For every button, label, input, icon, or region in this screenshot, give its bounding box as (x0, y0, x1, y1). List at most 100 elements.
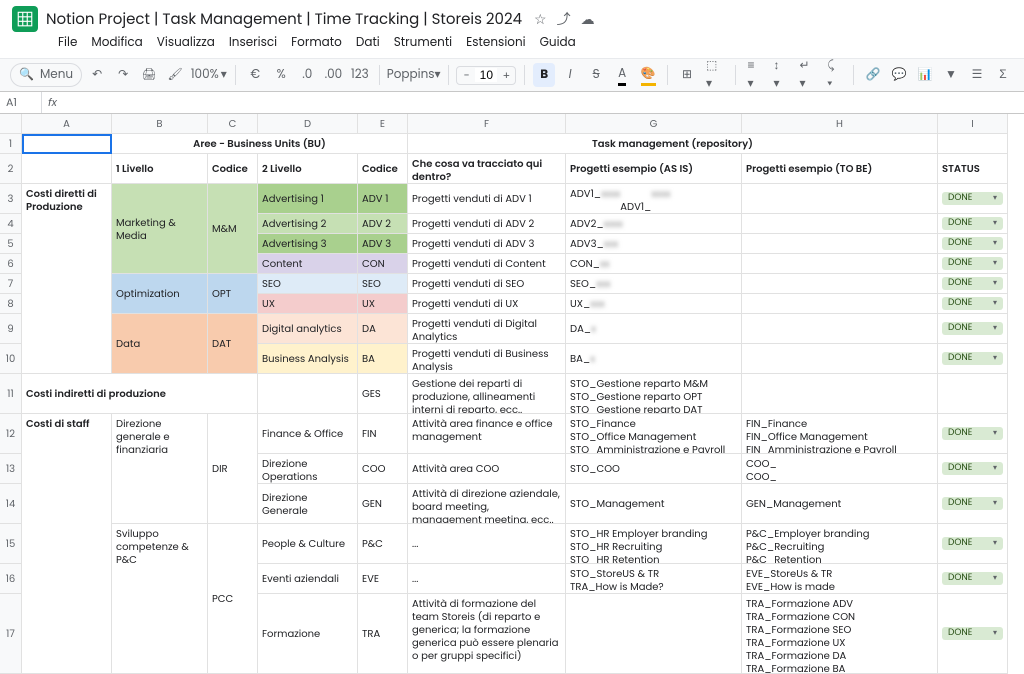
cell-I3[interactable]: DONE (938, 184, 1008, 214)
valign-button[interactable]: ↕ ▾ (770, 63, 792, 87)
cell-G7[interactable]: SEO_xxx (566, 274, 742, 294)
cell-D9[interactable]: Digital analytics (258, 314, 358, 344)
cell-E16[interactable]: EVE (358, 564, 408, 594)
cell-H7[interactable] (742, 274, 938, 294)
cell-D13[interactable]: Direzione Operations (258, 454, 358, 484)
row-11[interactable]: 11 (0, 374, 22, 414)
cell-D11[interactable] (258, 374, 358, 414)
cell-G3[interactable]: ADV1_xxxxADV1_xxxx (566, 184, 742, 214)
cloud-icon[interactable]: ☁ (581, 9, 595, 30)
cell-D17[interactable]: Formazione (258, 594, 358, 674)
cell-F3[interactable]: Progetti venduti di ADV 1 (408, 184, 566, 214)
header-task-group[interactable]: Task management (repository) (408, 134, 938, 154)
fill-color-button[interactable]: 🎨 (637, 63, 659, 87)
row-9[interactable]: 9 (0, 314, 22, 344)
cell-I11[interactable] (938, 374, 1008, 414)
col-A[interactable]: A (22, 114, 112, 134)
cell-E9[interactable]: DA (358, 314, 408, 344)
menu-insert[interactable]: Inserisci (223, 32, 283, 54)
cell-D10[interactable]: Business Analysis (258, 344, 358, 374)
cell-E10[interactable]: BA (358, 344, 408, 374)
cell-D15[interactable]: People & Culture (258, 524, 358, 564)
menu-format[interactable]: Formato (285, 32, 348, 54)
row-15[interactable]: 15 (0, 524, 22, 564)
cell-F17[interactable]: Attività di formazione del team Storeis … (408, 594, 566, 674)
cell-I8[interactable]: DONE (938, 294, 1008, 314)
row-8[interactable]: 8 (0, 294, 22, 314)
row-14[interactable]: 14 (0, 484, 22, 524)
cell-G6[interactable]: CON_xx (566, 254, 742, 274)
col-I[interactable]: I (938, 114, 1008, 134)
col-H[interactable]: H (742, 114, 938, 134)
row-12[interactable]: 12 (0, 414, 22, 454)
cell-A2[interactable] (22, 154, 112, 184)
cell-D14[interactable]: Direzione Generale (258, 484, 358, 524)
bu-pcc-code[interactable]: PCC (208, 524, 258, 674)
dec-increase-button[interactable]: .00 (322, 63, 344, 87)
cell-F12[interactable]: Attività area finance e office managemen… (408, 414, 566, 454)
strike-button[interactable]: S (585, 63, 607, 87)
bu-pcc[interactable]: Sviluppo competenze & P&C (112, 524, 208, 674)
cell-D3[interactable]: Advertising 1 (258, 184, 358, 214)
font-size-minus[interactable]: − (457, 67, 475, 84)
cell-G17[interactable] (566, 594, 742, 674)
cell-E8[interactable]: UX (358, 294, 408, 314)
row-7[interactable]: 7 (0, 274, 22, 294)
cell-H15[interactable]: P&C_Employer branding P&C_Recruiting P&C… (742, 524, 938, 564)
menu-view[interactable]: Visualizza (151, 32, 221, 54)
zoom-select[interactable]: 100% ▾ (190, 63, 227, 87)
cell-D6[interactable]: Content (258, 254, 358, 274)
section-costi-staff[interactable]: Costi di staff (22, 414, 112, 674)
cell-D16[interactable]: Eventi aziendali (258, 564, 358, 594)
row-16[interactable]: 16 (0, 564, 22, 594)
rotate-button[interactable]: ⤹ ▾ (823, 63, 845, 87)
section-costi-indiretti[interactable]: Costi indiretti di produzione (22, 374, 258, 414)
cell-H8[interactable] (742, 294, 938, 314)
cell-G8[interactable]: UX_xxx (566, 294, 742, 314)
bu-dir-code[interactable]: DIR (208, 414, 258, 524)
header-liv2[interactable]: 2 Livello (258, 154, 358, 184)
undo-button[interactable]: ↶ (86, 63, 108, 87)
cell-H17[interactable]: TRA_Formazione ADV TRA_Formazione CON TR… (742, 594, 938, 674)
font-size-input[interactable] (475, 68, 497, 82)
name-box[interactable]: A1 (0, 92, 42, 113)
cell-G14[interactable]: STO_Management (566, 484, 742, 524)
cell-E4[interactable]: ADV 2 (358, 214, 408, 234)
cell-F16[interactable]: ... (408, 564, 566, 594)
cell-H5[interactable] (742, 234, 938, 254)
cell-E12[interactable]: FIN (358, 414, 408, 454)
cell-I15[interactable]: DONE (938, 524, 1008, 564)
row-6[interactable]: 6 (0, 254, 22, 274)
cell-I13[interactable]: DONE (938, 454, 1008, 484)
menu-edit[interactable]: Modifica (85, 32, 148, 54)
cell-F7[interactable]: Progetti venduti di SEO (408, 274, 566, 294)
borders-button[interactable]: ⊞ (676, 63, 698, 87)
star-icon[interactable]: ☆ (534, 9, 547, 30)
cell-E17[interactable]: TRA (358, 594, 408, 674)
menu-tools[interactable]: Strumenti (388, 32, 458, 54)
row-5[interactable]: 5 (0, 234, 22, 254)
formula-bar[interactable] (63, 95, 1024, 111)
link-button[interactable]: 🔗 (862, 63, 884, 87)
row-2[interactable]: 2 (0, 154, 22, 184)
font-size[interactable]: − + (456, 66, 516, 85)
cell-H16[interactable]: EVE_StoreUs & TR EVE_How is made (742, 564, 938, 594)
cell-I5[interactable]: DONE (938, 234, 1008, 254)
row-13[interactable]: 13 (0, 454, 22, 484)
bu-dat[interactable]: Data (112, 314, 208, 374)
cell-E13[interactable]: COO (358, 454, 408, 484)
cell-H9[interactable] (742, 314, 938, 344)
print-button[interactable]: 🖨 (138, 63, 160, 87)
col-B[interactable]: B (112, 114, 208, 134)
cell-I14[interactable]: DONE (938, 484, 1008, 524)
row-10[interactable]: 10 (0, 344, 22, 374)
chart-button[interactable]: 📊 (914, 63, 936, 87)
cell-I9[interactable]: DONE (938, 314, 1008, 344)
cell-E15[interactable]: P&C (358, 524, 408, 564)
dec-decrease-button[interactable]: .0 (296, 63, 318, 87)
cell-E7[interactable]: SEO (358, 274, 408, 294)
cell-I7[interactable]: DONE (938, 274, 1008, 294)
functions-button[interactable]: Σ (992, 63, 1014, 87)
cell-D7[interactable]: SEO (258, 274, 358, 294)
cell-F5[interactable]: Progetti venduti di ADV 3 (408, 234, 566, 254)
